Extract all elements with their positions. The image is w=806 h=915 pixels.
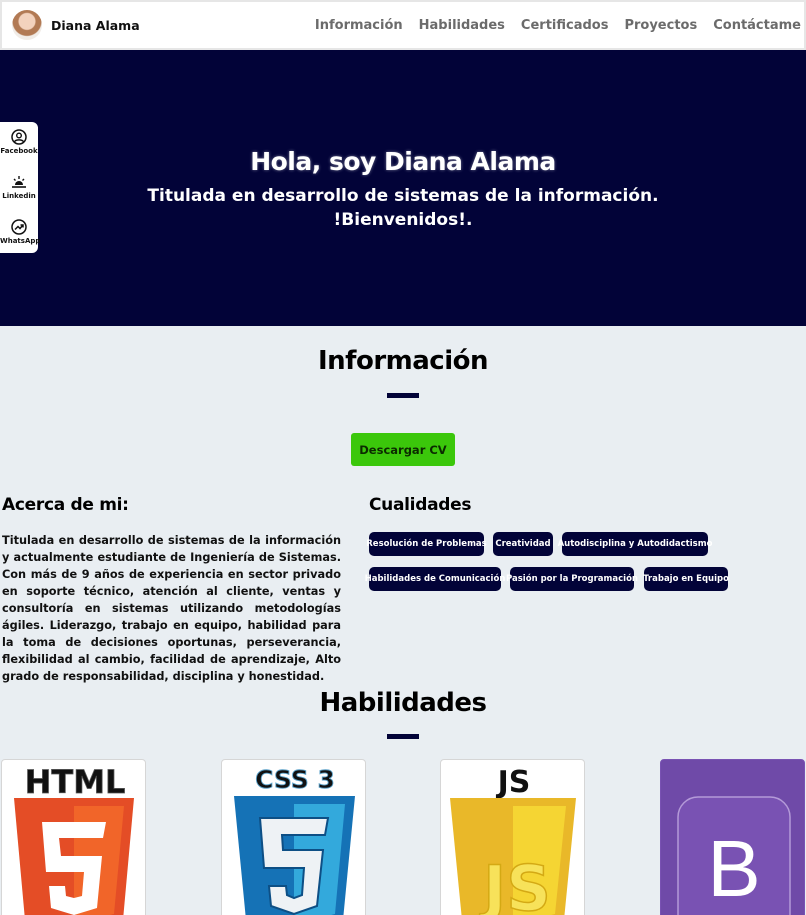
- quality-tag: Resolución de Problemas: [366, 532, 487, 556]
- navbar: Diana Alama Información Habilidades Cert…: [0, 0, 806, 50]
- js-logo-text: JS: [496, 765, 531, 800]
- nav-link-contactame[interactable]: Contáctame: [713, 18, 801, 33]
- avatar: [12, 10, 42, 40]
- skills-title-underline: [387, 734, 419, 739]
- nav-link-proyectos[interactable]: Proyectos: [624, 18, 697, 33]
- bootstrap-logo-text: B: [707, 824, 760, 913]
- hero-subtitle-block: Titulada en desarrollo de sistemas de la…: [0, 184, 806, 232]
- quality-tag: Autodisciplina y Autodidactismo: [558, 532, 712, 556]
- brand-name: Diana Alama: [51, 17, 140, 33]
- nav-link-habilidades[interactable]: Habilidades: [419, 18, 505, 33]
- hero-subtitle: Titulada en desarrollo de sistemas de la…: [147, 186, 659, 206]
- about-text: Titulada en desarrollo de sistemas de la…: [2, 534, 341, 683]
- skill-card-html[interactable]: HTML: [1, 759, 146, 915]
- qualities-heading: Cualidades: [369, 495, 472, 515]
- info-section-title: Información: [317, 346, 489, 376]
- skills-section-title: Habilidades: [319, 688, 487, 718]
- social-facebook-label: Facebook: [0, 147, 38, 155]
- css3-logo: CSS 3: [234, 765, 355, 915]
- nav-link-certificados[interactable]: Certificados: [521, 18, 609, 33]
- quality-tag: Habilidades de Comunicación: [365, 567, 505, 591]
- social-whatsapp-label: WhatsApp: [0, 237, 41, 245]
- bootstrap-logo: B: [661, 760, 804, 915]
- js-badge-text: JS: [479, 852, 551, 915]
- info-title-underline: [387, 393, 419, 398]
- brand[interactable]: Diana Alama: [12, 10, 140, 40]
- html-logo-text: HTML: [25, 763, 126, 801]
- social-whatsapp-link[interactable]: WhatsApp: [0, 219, 41, 245]
- javascript-logo: JS JS: [450, 765, 576, 915]
- skill-card-javascript[interactable]: JS JS: [440, 759, 585, 915]
- sunrise-icon: [12, 176, 26, 188]
- html5-logo: HTML: [14, 763, 134, 915]
- nav-link-informacion[interactable]: Información: [315, 18, 403, 33]
- quality-tag: Pasión por la Programación: [506, 567, 638, 591]
- quality-tag: Creatividad: [493, 532, 553, 556]
- download-cv-button[interactable]: Descargar CV: [351, 433, 455, 466]
- social-facebook-link[interactable]: Facebook: [0, 129, 38, 155]
- social-linkedin-label: Linkedin: [2, 192, 36, 200]
- quality-tag: Trabajo en Equipo: [643, 567, 729, 591]
- hero-welcome: !Bienvenidos!.: [333, 210, 473, 230]
- hero-title: Hola, soy Diana Alama: [250, 147, 556, 176]
- trending-up-icon: [11, 219, 27, 235]
- skill-card-css[interactable]: CSS 3: [221, 759, 366, 915]
- nav-links: Información Habilidades Certificados Pro…: [299, 2, 801, 48]
- social-sidebar: Facebook Linkedin WhatsApp: [0, 122, 41, 253]
- user-circle-icon: [11, 129, 27, 145]
- css-logo-text: CSS 3: [255, 765, 335, 794]
- skill-card-bootstrap[interactable]: B: [660, 759, 805, 915]
- hero-banner: Hola, soy Diana Alama Titulada en desarr…: [0, 50, 806, 326]
- social-linkedin-link[interactable]: Linkedin: [0, 174, 38, 200]
- about-heading: Acerca de mi:: [2, 495, 129, 515]
